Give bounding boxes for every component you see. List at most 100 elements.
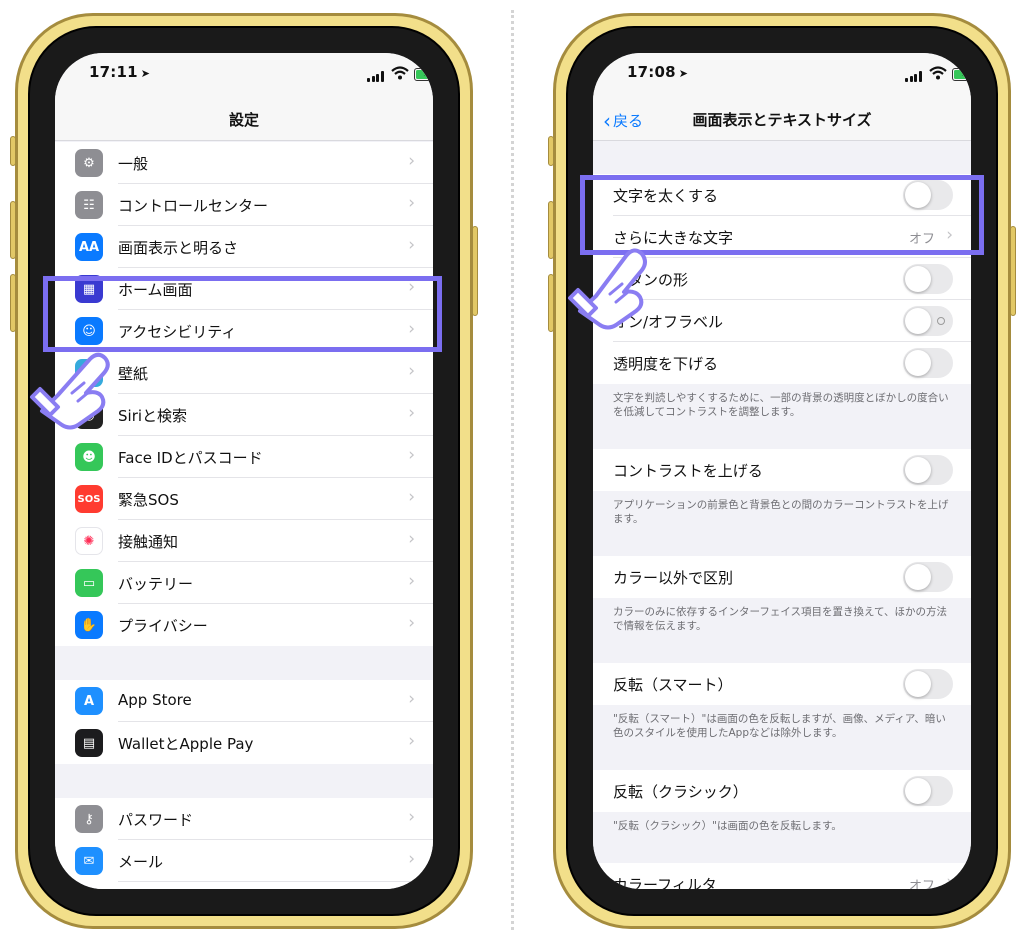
status-bar: 17:11 ➤ ⚡ [55,53,433,97]
toggle-switch[interactable] [903,776,953,806]
settings-row-label: コントロールセンター [118,197,269,215]
settings-row[interactable]: ✋ プライバシー › [55,604,433,646]
face-id-icon: ☻ [75,443,103,471]
chevron-right-icon: › [408,571,415,591]
volume-down-button [548,274,554,332]
wifi-icon [929,66,947,80]
setting-row: 透明度を下げる [593,342,971,384]
left-screen: 17:11 ➤ ⚡ 設定 ⚙ 一般 › ☷ コントロールセンター › AA 画面表示と明るさ › ▦… [55,53,433,889]
settings-row-label: Face IDとパスコード [118,449,263,467]
section-gap [593,536,971,556]
settings-row-label: バッテリー [118,575,194,593]
center-divider [511,10,514,930]
settings-row[interactable]: ✺ 接触通知 › [55,520,433,562]
privacy-hand-icon: ✋ [75,611,103,639]
key-icon: ⚷ [75,805,103,833]
chevron-right-icon: › [946,872,953,889]
settings-row-label: 接触通知 [118,533,179,551]
sos-icon: SOS [75,485,103,513]
settings-row[interactable]: ▭ バッテリー › [55,562,433,604]
battery-icon: ▭ [75,569,103,597]
setting-row: カラー以外で区別 [593,556,971,598]
page-title: 画面表示とテキストサイズ [692,111,872,129]
volume-up-button [548,201,554,259]
chevron-right-icon: › [408,849,415,869]
chevron-right-icon: › [408,807,415,827]
setting-label: カラー以外で区別 [613,569,734,587]
settings-row-label: 一般 [118,155,149,173]
gear-icon: ⚙ [75,149,103,177]
section-gap [55,646,433,680]
settings-row-label: プライバシー [118,617,208,635]
chevron-right-icon: › [408,445,415,465]
setting-label: 透明度を下げる [613,355,719,373]
settings-row[interactable]: ⚷ パスワード › [55,798,433,840]
mute-switch [548,136,554,166]
page-title: 設定 [228,111,259,129]
settings-list: ⚙ 一般 › ☷ コントロールセンター › AA 画面表示と明るさ › ▦ ホーム画面 › ☺ アクセシビ… [55,142,433,889]
chevron-right-icon: › [408,613,415,633]
location-arrow-icon: ➤ [140,67,151,80]
section-gap [593,843,971,863]
toggle-switch[interactable] [903,306,953,336]
settings-row-label: 緊急SOS [118,491,179,509]
wifi-icon [391,66,409,80]
wallet-icon: ▤ [75,729,103,757]
settings-row-label: パスワード [118,811,194,829]
exposure-notification-icon: ✺ [75,527,103,555]
mail-icon: ✉ [75,847,103,875]
settings-row[interactable]: SOS 緊急SOS › [55,478,433,520]
settings-row[interactable]: ☻連絡先› [55,882,433,889]
section-footer: カラーのみに依存するインターフェイス項目を置き換えて、ほかの方法で情報を伝えます… [593,598,971,643]
app-store-icon: A [75,687,103,715]
settings-row-label: 画面表示と明るさ [118,239,239,257]
section-footer: "反転（クラシック）"は画面の色を反転します。 [593,812,971,843]
settings-row[interactable]: A App Store › [55,680,433,722]
toggle-switch[interactable] [903,455,953,485]
toggle-switch[interactable] [903,562,953,592]
setting-row: 反転（スマート） [593,663,971,705]
chevron-right-icon: › [408,235,415,255]
side-button [1010,226,1016,316]
volume-up-button [10,201,16,259]
chevron-right-icon: › [408,403,415,423]
toggle-switch[interactable] [903,669,953,699]
chevron-right-icon: › [408,689,415,709]
setting-value: オフ [908,879,935,889]
right-phone-frame: 17:08 ➤ ⚡ ‹ 戻る 画面表示とテキストサイズ 文字を太くする さらに大きな文… [548,13,1016,929]
setting-label: コントラストを上げる [613,462,763,480]
setting-row[interactable]: カラーフィルタ オフ › [593,863,971,889]
tap-hand-icon [30,352,110,430]
section-gap [593,142,971,174]
settings-row-label: WalletとApple Pay [118,735,254,753]
settings-row[interactable]: ▤ WalletとApple Pay › [55,722,433,764]
battery-charging-icon: ⚡ [414,68,433,81]
toggle-switch[interactable] [903,348,953,378]
settings-row-label: メール [118,853,164,871]
section-gap [55,764,433,798]
section-footer: 文字を判読しやすくするために、一部の背景の透明度とぼかしの度合いを低減してコント… [593,384,971,429]
tap-hand-icon [568,248,647,330]
chevron-right-icon: › [408,361,415,381]
section-gap [593,750,971,770]
chevron-right-icon: › [408,151,415,171]
left-phone-frame: 17:11 ➤ ⚡ 設定 ⚙ 一般 › ☷ コントロールセンター › AA 画面表示と明るさ › ▦… [10,13,478,929]
settings-row[interactable]: ☷ コントロールセンター › [55,184,433,226]
display-text-size-navbar: ‹ 戻る 画面表示とテキストサイズ [593,97,971,141]
settings-row[interactable]: ☻ Face IDとパスコード › [55,436,433,478]
toggle-switch[interactable] [903,264,953,294]
settings-navbar: 設定 [55,97,433,141]
settings-row[interactable]: ✉ メール › [55,840,433,882]
settings-row[interactable]: AA 画面表示と明るさ › [55,226,433,268]
display-brightness-icon: AA [75,233,103,261]
section-gap [593,429,971,449]
setting-row: コントラストを上げる [593,449,971,491]
settings-row[interactable]: ⚙ 一般 › [55,142,433,184]
setting-row: 反転（クラシック） [593,770,971,812]
setting-label: 反転（スマート） [613,676,733,694]
chevron-right-icon: › [408,487,415,507]
cellular-signal-icon [367,70,385,82]
phone-bezel: 17:08 ➤ ⚡ ‹ 戻る 画面表示とテキストサイズ 文字を太くする さらに大きな文… [566,26,998,916]
phone-bezel: 17:11 ➤ ⚡ 設定 ⚙ 一般 › ☷ コントロールセンター › AA 画面表示と明るさ › ▦… [28,26,460,916]
off-label-icon [937,317,945,325]
